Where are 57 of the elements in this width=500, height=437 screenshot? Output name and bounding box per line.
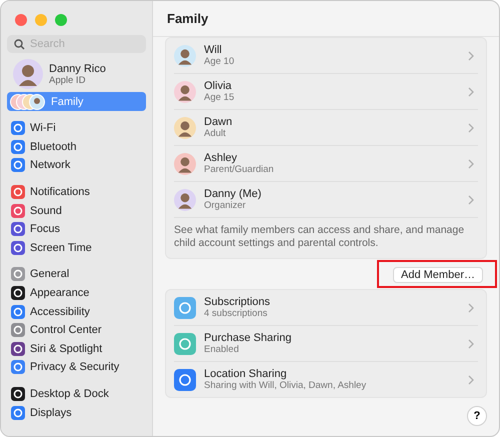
feature-subtitle: Sharing with Will, Olivia, Dawn, Ashley xyxy=(204,380,368,391)
sidebar-item[interactable]: Siri & Spotlight xyxy=(7,340,146,358)
feature-row[interactable]: Location Sharing Sharing with Will, Olivia, Dawn, Ashley xyxy=(174,362,478,397)
member-name: Dawn xyxy=(204,116,234,128)
add-member-button[interactable]: Add Member… xyxy=(393,267,483,283)
member-role: Age 15 xyxy=(204,92,236,103)
feature-title: Location Sharing xyxy=(204,368,288,380)
description-text: See what family members can access and share, and manage child account settings and parental controls. xyxy=(174,223,466,251)
feature-subtitle: Enabled xyxy=(204,344,240,355)
member-role: Parent/Guardian xyxy=(204,164,275,175)
member-name: Will xyxy=(204,44,223,56)
sidebar-item[interactable]: Network xyxy=(7,156,146,175)
chevron-icon xyxy=(468,50,474,60)
sidebar-item[interactable]: Screen Time xyxy=(7,238,146,258)
sidebar-item[interactable]: Accessibility xyxy=(7,302,146,321)
chevron-icon xyxy=(468,86,474,96)
chevron-icon xyxy=(468,374,474,384)
chevron-icon xyxy=(468,338,474,348)
member-row[interactable]: Ashley Parent/Guardian xyxy=(174,146,478,182)
feature-row[interactable]: Purchase Sharing Enabled xyxy=(174,326,478,362)
help-button[interactable]: ? xyxy=(467,406,487,426)
member-role: Organizer xyxy=(204,200,247,211)
member-role: Age 10 xyxy=(204,56,236,67)
member-name: Olivia xyxy=(204,80,233,92)
member-name: Danny (Me) xyxy=(204,188,262,200)
member-name: Ashley xyxy=(204,152,238,164)
sidebar-item[interactable]: Privacy & Security xyxy=(7,358,146,377)
chevron-icon xyxy=(468,158,474,168)
sidebar-item[interactable]: Desktop & Dock xyxy=(7,384,146,404)
member-row[interactable]: Dawn Adult xyxy=(174,110,478,146)
avatar-icon xyxy=(13,59,43,89)
feature-title: Subscriptions xyxy=(204,296,272,308)
sidebar-item[interactable]: Control Center xyxy=(7,320,146,340)
feature-title: Purchase Sharing xyxy=(204,332,292,344)
account-name: Danny Rico xyxy=(49,62,106,74)
sidebar-item[interactable]: Sound xyxy=(7,201,146,220)
sidebar-item[interactable]: Appearance xyxy=(7,284,146,302)
zoom-button[interactable] xyxy=(55,14,67,26)
sidebar-item[interactable]: Displays xyxy=(7,403,146,422)
member-role: Adult xyxy=(204,128,227,139)
member-row[interactable]: Danny (Me) Organizer xyxy=(174,182,478,218)
chevron-icon xyxy=(468,122,474,132)
chevron-icon xyxy=(468,194,474,204)
feature-row[interactable]: Subscriptions 4 subscriptions xyxy=(174,290,478,326)
member-row[interactable]: Olivia Age 15 xyxy=(174,74,478,110)
sidebar-item[interactable]: Wi-Fi xyxy=(7,119,146,138)
account-subtitle: Apple ID xyxy=(49,74,86,86)
chevron-icon xyxy=(468,302,474,312)
sidebar-item[interactable]: General xyxy=(7,265,146,284)
sidebar-item[interactable]: Focus xyxy=(7,220,146,239)
minimize-button[interactable] xyxy=(35,14,47,26)
feature-subtitle: 4 subscriptions xyxy=(204,308,268,319)
close-button[interactable] xyxy=(15,14,27,26)
sidebar-item[interactable]: Bluetooth xyxy=(7,138,146,156)
sidebar-item[interactable]: Notifications xyxy=(7,182,146,202)
family-avatars-icon xyxy=(10,94,46,110)
member-row[interactable]: Will Age 10 xyxy=(174,38,478,74)
